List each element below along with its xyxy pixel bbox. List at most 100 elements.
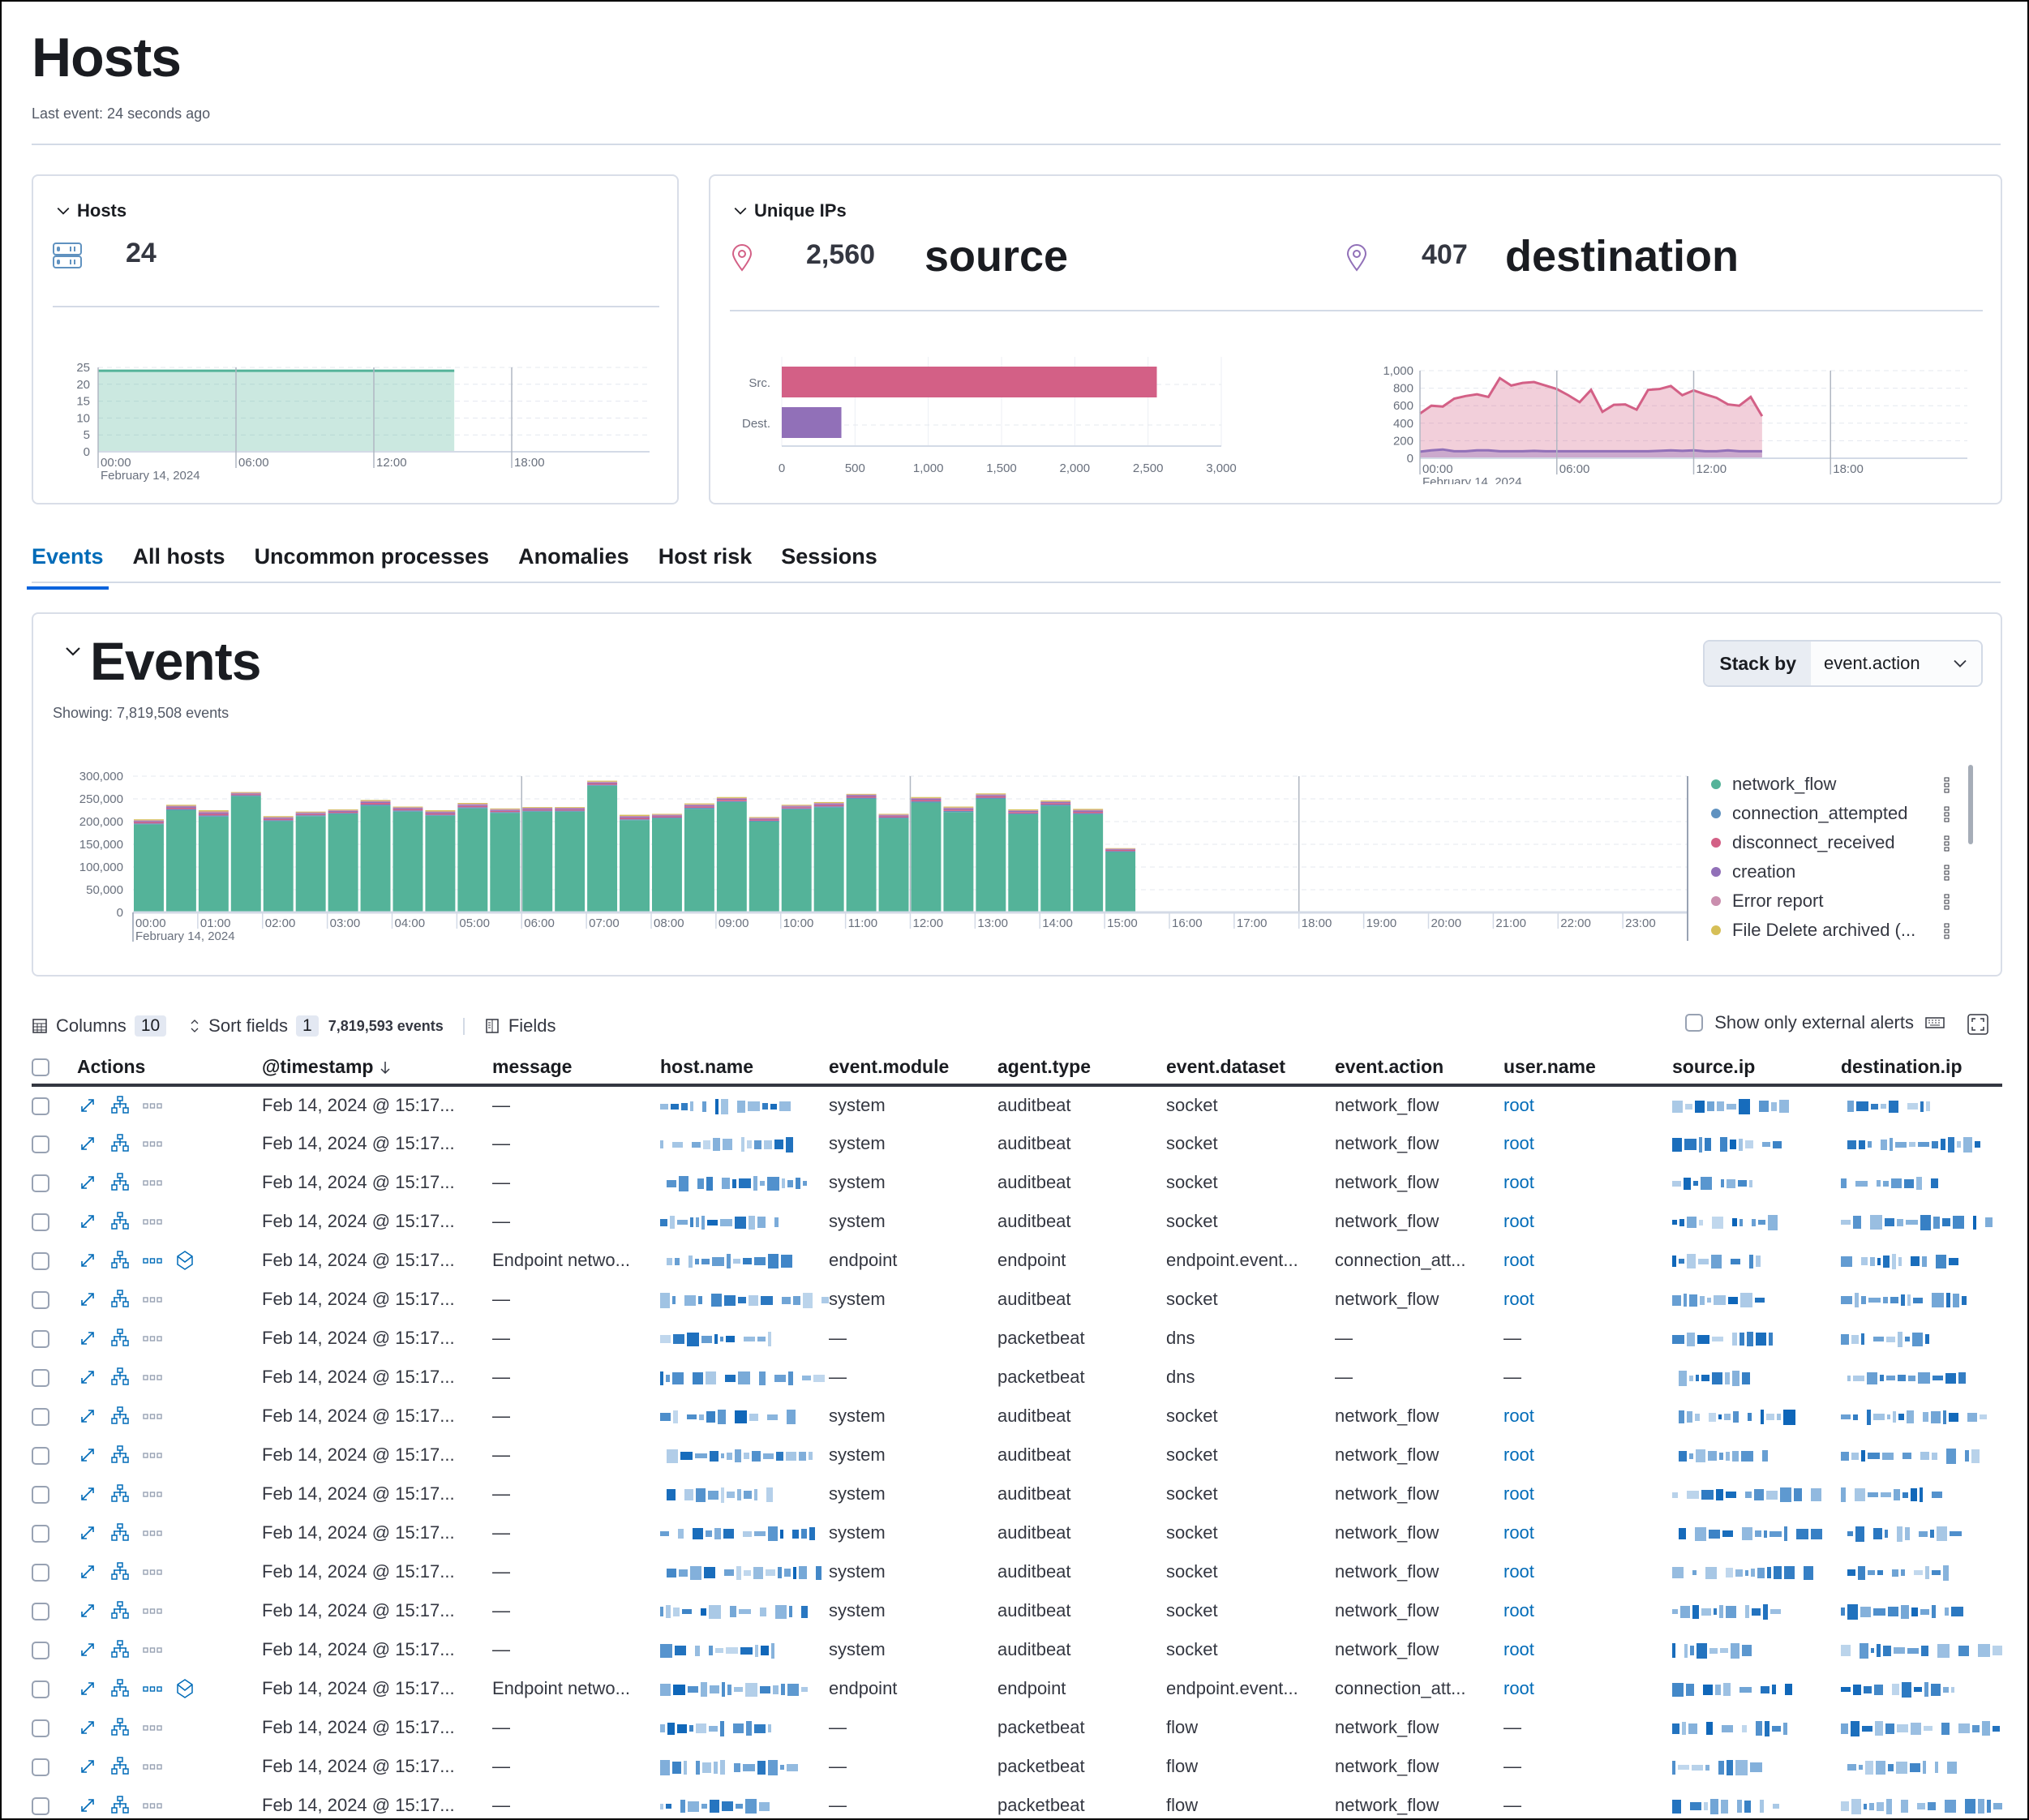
- row-checkbox[interactable]: [32, 1174, 49, 1193]
- redacted-value[interactable]: [1672, 1135, 1782, 1153]
- user-name-cell[interactable]: root: [1504, 1522, 1534, 1543]
- analyze-event-icon[interactable]: [109, 1406, 131, 1427]
- redacted-value[interactable]: [660, 1252, 792, 1270]
- redacted-value[interactable]: [1841, 1291, 1967, 1309]
- expand-event-icon[interactable]: [77, 1444, 98, 1466]
- expand-event-icon[interactable]: [77, 1795, 98, 1816]
- column-header-destination-ip[interactable]: destination.ip: [1841, 1050, 2002, 1087]
- redacted-value[interactable]: [660, 1291, 829, 1309]
- user-name-cell[interactable]: root: [1504, 1444, 1534, 1465]
- redacted-value[interactable]: [660, 1642, 774, 1659]
- expand-event-icon[interactable]: [77, 1133, 98, 1154]
- redacted-value[interactable]: [1841, 1252, 1958, 1270]
- redacted-value[interactable]: [1672, 1719, 1787, 1737]
- legend-actions-icon[interactable]: [1943, 805, 1951, 822]
- more-actions-icon[interactable]: [142, 1756, 163, 1777]
- column-header-event-action[interactable]: event.action: [1335, 1050, 1504, 1087]
- expand-event-icon[interactable]: [77, 1328, 98, 1349]
- analyze-event-icon[interactable]: [109, 1250, 131, 1271]
- more-actions-icon[interactable]: [142, 1289, 163, 1310]
- chevron-down-icon[interactable]: [733, 204, 748, 218]
- redacted-value[interactable]: [1841, 1525, 1962, 1543]
- select-all-checkbox[interactable]: [32, 1058, 49, 1077]
- column-header-source-ip[interactable]: source.ip: [1672, 1050, 1841, 1087]
- row-checkbox[interactable]: [32, 1564, 49, 1582]
- fullscreen-icon[interactable]: [1967, 1014, 1988, 1035]
- tab-sessions[interactable]: Sessions: [781, 541, 877, 582]
- analyze-event-icon[interactable]: [109, 1133, 131, 1154]
- user-name-cell[interactable]: root: [1504, 1406, 1534, 1426]
- analyze-event-icon[interactable]: [109, 1095, 131, 1116]
- analyze-event-icon[interactable]: [109, 1756, 131, 1777]
- redacted-value[interactable]: [1672, 1564, 1813, 1582]
- legend-scrollbar[interactable]: [1968, 765, 1973, 844]
- redacted-value[interactable]: [1672, 1408, 1795, 1426]
- redacted-value[interactable]: [660, 1719, 771, 1737]
- more-actions-icon[interactable]: [142, 1483, 163, 1505]
- legend-actions-icon[interactable]: [1943, 892, 1951, 910]
- expand-event-icon[interactable]: [77, 1367, 98, 1388]
- column-header-event-dataset[interactable]: event.dataset: [1166, 1050, 1335, 1087]
- fields-button[interactable]: Fields: [484, 1015, 556, 1037]
- analyze-event-icon[interactable]: [109, 1600, 131, 1621]
- redacted-value[interactable]: [1841, 1719, 2000, 1737]
- more-actions-icon[interactable]: [142, 1211, 163, 1232]
- expand-event-icon[interactable]: [77, 1172, 98, 1193]
- keyboard-icon[interactable]: [1925, 1016, 1945, 1029]
- redacted-value[interactable]: [1841, 1097, 1930, 1115]
- legend-item[interactable]: connection_attempted: [1708, 799, 1951, 828]
- more-actions-icon[interactable]: [142, 1406, 163, 1427]
- redacted-value[interactable]: [1672, 1758, 1762, 1776]
- redacted-value[interactable]: [1672, 1603, 1781, 1620]
- redacted-value[interactable]: [1841, 1486, 1942, 1504]
- redacted-value[interactable]: [660, 1174, 807, 1192]
- redacted-value[interactable]: [1841, 1447, 1980, 1465]
- redacted-value[interactable]: [660, 1408, 796, 1426]
- user-name-cell[interactable]: root: [1504, 1483, 1534, 1504]
- more-actions-icon[interactable]: [142, 1717, 163, 1738]
- tab-anomalies[interactable]: Anomalies: [518, 541, 629, 582]
- legend-item[interactable]: Error report: [1708, 886, 1951, 916]
- row-checkbox[interactable]: [32, 1135, 49, 1154]
- tab-events[interactable]: Events: [27, 541, 109, 590]
- columns-button[interactable]: Columns 10: [32, 1015, 167, 1037]
- column-header-event-module[interactable]: event.module: [829, 1050, 997, 1087]
- tab-host-risk[interactable]: Host risk: [658, 541, 753, 582]
- row-checkbox[interactable]: [32, 1213, 49, 1232]
- expand-event-icon[interactable]: [77, 1095, 98, 1116]
- analyze-event-icon[interactable]: [109, 1678, 131, 1699]
- row-checkbox[interactable]: [32, 1797, 49, 1816]
- sort-descending-icon[interactable]: [379, 1059, 392, 1075]
- redacted-value[interactable]: [1841, 1642, 2002, 1659]
- more-actions-icon[interactable]: [142, 1600, 163, 1621]
- analyze-event-icon[interactable]: [109, 1522, 131, 1543]
- analyze-event-icon[interactable]: [109, 1561, 131, 1582]
- legend-actions-icon[interactable]: [1943, 834, 1951, 852]
- more-actions-icon[interactable]: [142, 1795, 163, 1816]
- redacted-value[interactable]: [1841, 1330, 1929, 1348]
- more-actions-icon[interactable]: [142, 1172, 163, 1193]
- user-name-cell[interactable]: root: [1504, 1678, 1534, 1698]
- expand-event-icon[interactable]: [77, 1717, 98, 1738]
- more-actions-icon[interactable]: [142, 1444, 163, 1466]
- legend-actions-icon[interactable]: [1943, 921, 1951, 939]
- more-actions-icon[interactable]: [142, 1328, 163, 1349]
- more-actions-icon[interactable]: [142, 1095, 163, 1116]
- session-view-icon[interactable]: [174, 1250, 195, 1271]
- legend-item[interactable]: disconnect_received: [1708, 828, 1951, 857]
- redacted-value[interactable]: [660, 1525, 815, 1543]
- row-checkbox[interactable]: [32, 1252, 49, 1271]
- analyze-event-icon[interactable]: [109, 1483, 131, 1505]
- row-checkbox[interactable]: [32, 1603, 49, 1621]
- external-alerts-checkbox[interactable]: [1685, 1014, 1704, 1032]
- user-name-cell[interactable]: root: [1504, 1289, 1534, 1309]
- column-header-timestamp[interactable]: @timestamp: [262, 1050, 492, 1087]
- more-actions-icon[interactable]: [142, 1522, 163, 1543]
- redacted-value[interactable]: [1841, 1135, 1980, 1153]
- column-header-user-name[interactable]: user.name: [1504, 1050, 1672, 1087]
- row-checkbox[interactable]: [32, 1525, 49, 1543]
- analyze-event-icon[interactable]: [109, 1289, 131, 1310]
- more-actions-icon[interactable]: [142, 1639, 163, 1660]
- user-name-cell[interactable]: root: [1504, 1600, 1534, 1620]
- external-alerts-toggle[interactable]: Show only external alerts: [1685, 1012, 1945, 1033]
